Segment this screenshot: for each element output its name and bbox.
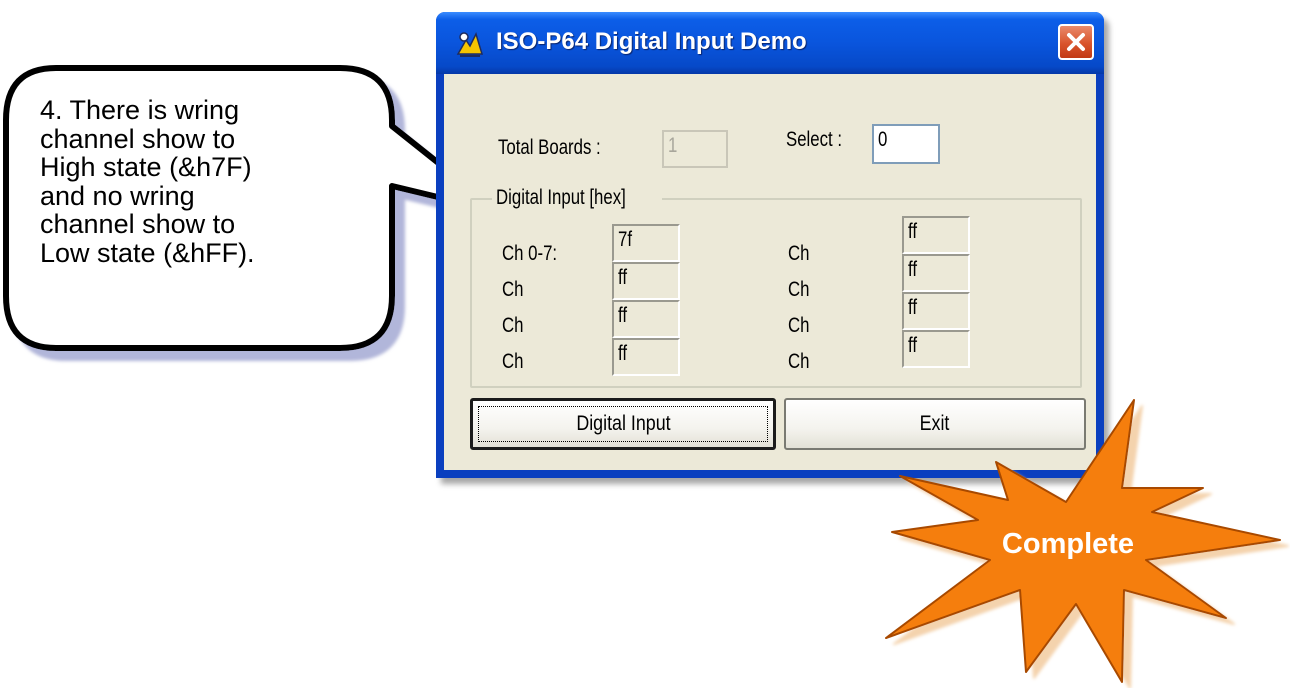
channel-label: Ch 0-7:	[502, 242, 558, 265]
channel-label: Ch	[788, 278, 810, 301]
select-label: Select :	[786, 128, 843, 151]
digital-input-button[interactable]: Digital Input	[470, 398, 776, 450]
complete-label: Complete	[1001, 528, 1135, 560]
channel-value: ff	[612, 338, 680, 376]
title-bar[interactable]: ISO-P64 Digital Input Demo	[436, 12, 1104, 74]
total-boards-field: 1	[662, 130, 728, 168]
channel-value: ff	[902, 330, 970, 368]
channel-label: Ch	[502, 350, 524, 373]
callout-text: 4. There is wring channel show to High s…	[40, 95, 255, 268]
window-title: ISO-P64 Digital Input Demo	[496, 28, 807, 55]
channel-value: ff	[612, 300, 680, 338]
total-boards-label: Total Boards :	[498, 136, 601, 159]
channel-value: ff	[612, 262, 680, 300]
close-icon	[1067, 33, 1085, 51]
channel-value: ff	[902, 254, 970, 292]
close-button[interactable]	[1058, 24, 1094, 60]
channel-label: Ch	[502, 314, 524, 337]
digital-input-group-legend: Digital Input [hex]	[492, 186, 663, 210]
channel-label: Ch	[788, 314, 810, 337]
digital-input-group	[470, 198, 1082, 388]
channel-label: Ch	[502, 278, 524, 301]
select-board-input[interactable]: 0	[872, 124, 940, 164]
channel-value: ff	[902, 216, 970, 254]
channel-value: 7f	[612, 224, 680, 262]
channel-label: Ch	[788, 242, 810, 265]
app-icon	[456, 31, 484, 57]
channel-label: Ch	[788, 350, 810, 373]
channel-value: ff	[902, 292, 970, 330]
